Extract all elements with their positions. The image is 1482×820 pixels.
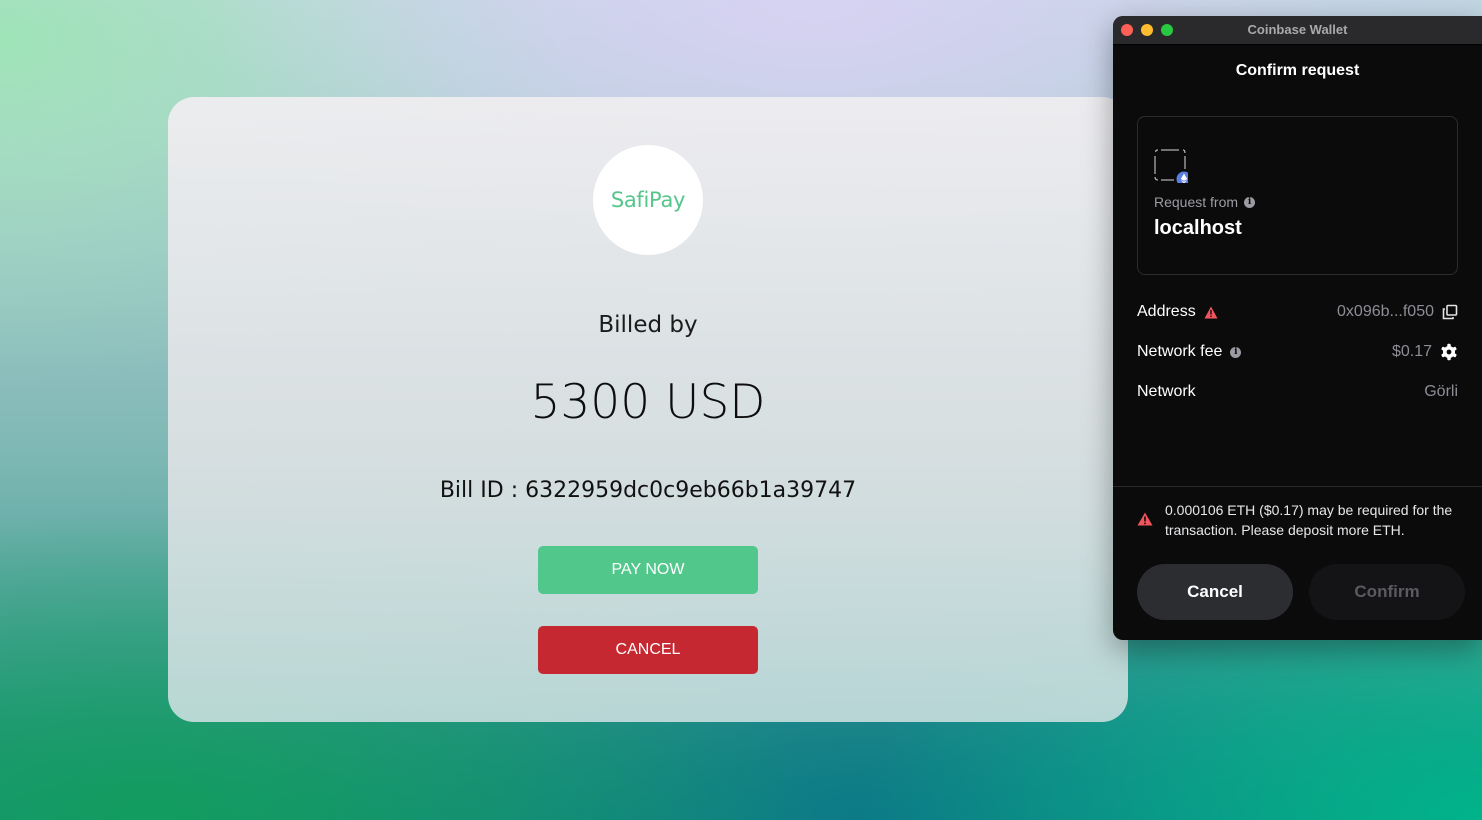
logo-text: SafiPay [610,188,686,212]
billing-card: SafiPay Billed by 5300 USD Bill ID : 632… [168,97,1128,722]
network-fee-label-group: Network fee i [1137,343,1242,361]
safipay-logo: SafiPay [593,145,703,255]
coinbase-wallet-window: Coinbase Wallet Confirm request Request … [1113,16,1482,640]
network-fee-value-group: $0.17 [1392,343,1458,361]
warning-icon [1204,306,1218,318]
bill-amount: 5300 USD [530,375,766,430]
window-title: Coinbase Wallet [1247,22,1348,37]
warning-icon [1137,512,1153,526]
cancel-bill-button[interactable]: CANCEL [538,626,758,674]
divider [1113,486,1482,487]
copy-icon[interactable] [1442,304,1458,320]
confirm-request-title: Confirm request [1235,62,1360,79]
gear-icon[interactable] [1440,343,1458,361]
billed-by-label: Billed by [598,312,698,338]
pay-now-button[interactable]: PAY NOW [538,546,758,594]
address-label: Address [1137,303,1196,320]
info-icon[interactable]: i [1230,346,1242,358]
request-origin-box: Request from i localhost [1137,116,1458,275]
bill-id: Bill ID : 6322959dc0c9eb66b1a39747 [439,478,857,503]
wallet-cancel-button[interactable]: Cancel [1137,564,1293,620]
request-from-text: Request from [1154,194,1239,210]
info-icon[interactable]: i [1244,196,1256,208]
network-value: Görli [1424,383,1458,400]
wallet-confirm-button[interactable]: Confirm [1309,564,1465,620]
insufficient-funds-warning: 0.000106 ETH ($0.17) may be required for… [1137,500,1467,540]
address-label-group: Address [1137,303,1218,321]
warning-text: 0.000106 ETH ($0.17) may be required for… [1165,502,1453,538]
address-row: Address 0x096b...f050 [1137,300,1458,324]
address-value-group: 0x096b...f050 [1337,303,1458,321]
request-host: localhost [1154,217,1242,239]
network-row: Network Görli [1137,380,1458,404]
network-fee-label: Network fee [1137,343,1223,360]
network-fee-row: Network fee i $0.17 [1137,340,1458,364]
address-value: 0x096b...f050 [1337,303,1434,320]
site-favicon [1154,149,1192,187]
eth-icon [1154,149,1192,187]
window-titlebar: Coinbase Wallet [1113,16,1482,45]
request-from-label: Request from i [1154,194,1256,210]
network-fee-value: $0.17 [1391,343,1432,360]
network-label: Network [1137,383,1196,400]
